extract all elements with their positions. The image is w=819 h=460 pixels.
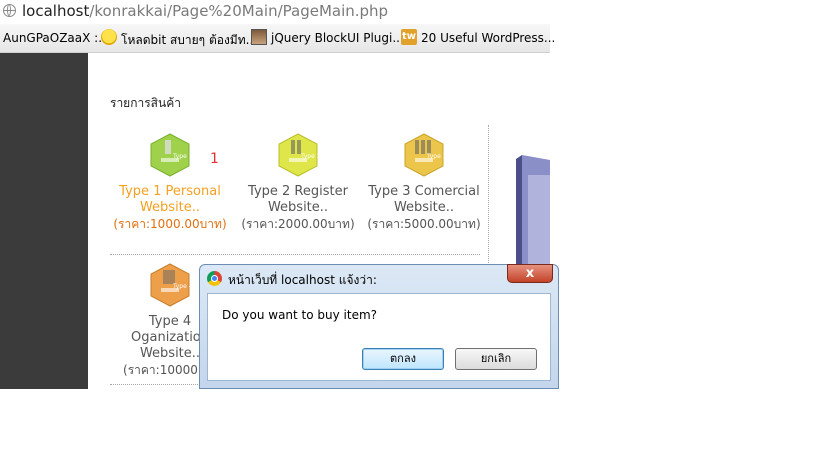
product-name[interactable]: Type 1 Personal Website.. (110, 184, 230, 216)
photo-icon (251, 29, 267, 45)
product-price: (ราคา:1000.00บาท) (113, 217, 227, 231)
close-button[interactable]: x (507, 264, 553, 283)
product-type-2[interactable]: Type 2 Type 2 Register Website.. (ราคา:2… (238, 132, 358, 232)
product-type-2-icon: Type 2 (275, 132, 321, 178)
product-name[interactable]: Type 3 Comercial Website.. (364, 184, 484, 216)
url-path: /konrakkai/Page%20Main/PageMain.php (89, 2, 389, 20)
bookmark-loadbit[interactable]: โหลดbit สบายๆ ต้องมีท... (121, 31, 257, 50)
bookmark-aungpaozaax[interactable]: AunGPaOZaaX :. (3, 31, 102, 45)
tw-icon: tw (401, 29, 417, 45)
address-bar[interactable]: localhost/konrakkai/Page%20Main/PageMain… (0, 0, 550, 24)
badge-label: Type 2 (300, 153, 321, 160)
url-host: localhost (22, 2, 90, 20)
alert-dialog: หน้าเว็บที่ localhost แจ้งว่า: x Do you … (199, 264, 559, 389)
annotation-1: 1 (210, 151, 219, 167)
ok-button[interactable]: ตกลง (362, 348, 444, 370)
divider-horizontal (110, 254, 480, 255)
product-price: (ราคา:2000.00บาท) (241, 217, 355, 231)
globe-icon (3, 4, 16, 17)
cancel-button[interactable]: ยกเลิก (455, 348, 537, 370)
bookmark-wordpress[interactable]: 20 Useful WordPress... (421, 31, 555, 45)
dialog-message: Do you want to buy item? (222, 308, 378, 322)
smiley-icon (101, 29, 117, 45)
product-price: (ราคา:5000.00บาท) (367, 217, 481, 231)
badge-label: Type 1 (172, 153, 193, 160)
dialog-body: Do you want to buy item? ตกลง ยกเลิก (207, 293, 551, 381)
dialog-title: หน้าเว็บที่ localhost แจ้งว่า: (228, 273, 377, 287)
left-sidebar (0, 53, 88, 389)
product-type-1-icon: Type 1 (147, 132, 193, 178)
product-name[interactable]: Type 2 Register Website.. (238, 184, 358, 216)
bookmark-jquery-blockui[interactable]: jQuery BlockUI Plugi... (271, 31, 404, 45)
badge-label: Type 3 (426, 153, 447, 160)
bookmarks-bar: AunGPaOZaaX :. โหลดbit สบายๆ ต้องมีท... … (0, 24, 555, 53)
product-type-4-icon: Type 4 (147, 262, 193, 308)
product-type-1[interactable]: Type 1 Type 1 Personal Website.. (ราคา:1… (110, 132, 230, 232)
badge-label: Type 4 (172, 283, 193, 290)
url-text[interactable]: localhost/konrakkai/Page%20Main/PageMain… (22, 2, 388, 20)
chrome-icon (207, 271, 222, 286)
product-type-3[interactable]: Type 3 Type 3 Comercial Website.. (ราคา:… (364, 132, 484, 232)
section-title: รายการสินค้า (110, 96, 181, 110)
product-type-3-icon: Type 3 (401, 132, 447, 178)
